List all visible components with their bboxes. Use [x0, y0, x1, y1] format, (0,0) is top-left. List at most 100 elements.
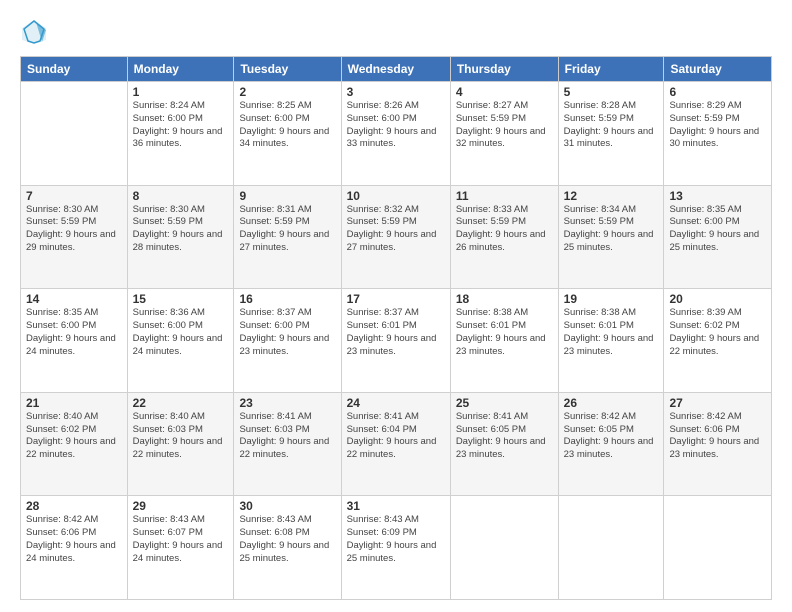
- calendar-cell: 19 Sunrise: 8:38 AMSunset: 6:01 PMDaylig…: [558, 289, 664, 393]
- calendar-week-row: 7 Sunrise: 8:30 AMSunset: 5:59 PMDayligh…: [21, 185, 772, 289]
- day-number: 3: [347, 85, 445, 99]
- calendar-cell: 16 Sunrise: 8:37 AMSunset: 6:00 PMDaylig…: [234, 289, 341, 393]
- calendar-cell: 3 Sunrise: 8:26 AMSunset: 6:00 PMDayligh…: [341, 82, 450, 186]
- day-number: 30: [239, 499, 335, 513]
- calendar-cell: 15 Sunrise: 8:36 AMSunset: 6:00 PMDaylig…: [127, 289, 234, 393]
- day-number: 6: [669, 85, 766, 99]
- calendar-cell: 4 Sunrise: 8:27 AMSunset: 5:59 PMDayligh…: [450, 82, 558, 186]
- day-number: 10: [347, 189, 445, 203]
- calendar-week-row: 28 Sunrise: 8:42 AMSunset: 6:06 PMDaylig…: [21, 496, 772, 600]
- calendar-cell: 13 Sunrise: 8:35 AMSunset: 6:00 PMDaylig…: [664, 185, 772, 289]
- calendar-cell: 12 Sunrise: 8:34 AMSunset: 5:59 PMDaylig…: [558, 185, 664, 289]
- day-number: 24: [347, 396, 445, 410]
- day-number: 21: [26, 396, 122, 410]
- day-info: Sunrise: 8:41 AMSunset: 6:05 PMDaylight:…: [456, 411, 546, 460]
- calendar-week-row: 1 Sunrise: 8:24 AMSunset: 6:00 PMDayligh…: [21, 82, 772, 186]
- day-info: Sunrise: 8:30 AMSunset: 5:59 PMDaylight:…: [26, 204, 116, 253]
- calendar-cell: 17 Sunrise: 8:37 AMSunset: 6:01 PMDaylig…: [341, 289, 450, 393]
- page: SundayMondayTuesdayWednesdayThursdayFrid…: [0, 0, 792, 612]
- calendar-week-row: 14 Sunrise: 8:35 AMSunset: 6:00 PMDaylig…: [21, 289, 772, 393]
- calendar-cell: 9 Sunrise: 8:31 AMSunset: 5:59 PMDayligh…: [234, 185, 341, 289]
- day-info: Sunrise: 8:42 AMSunset: 6:06 PMDaylight:…: [669, 411, 759, 460]
- calendar-header-sunday: Sunday: [21, 57, 128, 82]
- day-info: Sunrise: 8:38 AMSunset: 6:01 PMDaylight:…: [456, 307, 546, 356]
- day-number: 4: [456, 85, 553, 99]
- day-number: 12: [564, 189, 659, 203]
- day-number: 16: [239, 292, 335, 306]
- day-info: Sunrise: 8:40 AMSunset: 6:02 PMDaylight:…: [26, 411, 116, 460]
- day-info: Sunrise: 8:27 AMSunset: 5:59 PMDaylight:…: [456, 100, 546, 149]
- day-info: Sunrise: 8:38 AMSunset: 6:01 PMDaylight:…: [564, 307, 654, 356]
- day-info: Sunrise: 8:30 AMSunset: 5:59 PMDaylight:…: [133, 204, 223, 253]
- day-number: 20: [669, 292, 766, 306]
- day-number: 17: [347, 292, 445, 306]
- calendar-cell: 30 Sunrise: 8:43 AMSunset: 6:08 PMDaylig…: [234, 496, 341, 600]
- day-number: 18: [456, 292, 553, 306]
- calendar-header-friday: Friday: [558, 57, 664, 82]
- day-number: 28: [26, 499, 122, 513]
- calendar-cell: 23 Sunrise: 8:41 AMSunset: 6:03 PMDaylig…: [234, 392, 341, 496]
- calendar-cell: [558, 496, 664, 600]
- calendar-cell: 21 Sunrise: 8:40 AMSunset: 6:02 PMDaylig…: [21, 392, 128, 496]
- calendar-cell: 22 Sunrise: 8:40 AMSunset: 6:03 PMDaylig…: [127, 392, 234, 496]
- day-info: Sunrise: 8:43 AMSunset: 6:07 PMDaylight:…: [133, 514, 223, 563]
- day-number: 29: [133, 499, 229, 513]
- day-number: 19: [564, 292, 659, 306]
- day-number: 9: [239, 189, 335, 203]
- calendar-cell: 27 Sunrise: 8:42 AMSunset: 6:06 PMDaylig…: [664, 392, 772, 496]
- calendar-cell: 24 Sunrise: 8:41 AMSunset: 6:04 PMDaylig…: [341, 392, 450, 496]
- calendar-table: SundayMondayTuesdayWednesdayThursdayFrid…: [20, 56, 772, 600]
- logo-icon: [20, 18, 48, 46]
- calendar-cell: 10 Sunrise: 8:32 AMSunset: 5:59 PMDaylig…: [341, 185, 450, 289]
- calendar-cell: [450, 496, 558, 600]
- calendar-cell: 25 Sunrise: 8:41 AMSunset: 6:05 PMDaylig…: [450, 392, 558, 496]
- day-info: Sunrise: 8:40 AMSunset: 6:03 PMDaylight:…: [133, 411, 223, 460]
- day-info: Sunrise: 8:34 AMSunset: 5:59 PMDaylight:…: [564, 204, 654, 253]
- day-number: 11: [456, 189, 553, 203]
- calendar-cell: 7 Sunrise: 8:30 AMSunset: 5:59 PMDayligh…: [21, 185, 128, 289]
- calendar-cell: 1 Sunrise: 8:24 AMSunset: 6:00 PMDayligh…: [127, 82, 234, 186]
- calendar-header-monday: Monday: [127, 57, 234, 82]
- day-info: Sunrise: 8:35 AMSunset: 6:00 PMDaylight:…: [26, 307, 116, 356]
- day-info: Sunrise: 8:37 AMSunset: 6:00 PMDaylight:…: [239, 307, 329, 356]
- calendar-cell: 14 Sunrise: 8:35 AMSunset: 6:00 PMDaylig…: [21, 289, 128, 393]
- calendar-header-row: SundayMondayTuesdayWednesdayThursdayFrid…: [21, 57, 772, 82]
- calendar-header-tuesday: Tuesday: [234, 57, 341, 82]
- day-info: Sunrise: 8:25 AMSunset: 6:00 PMDaylight:…: [239, 100, 329, 149]
- calendar-cell: 28 Sunrise: 8:42 AMSunset: 6:06 PMDaylig…: [21, 496, 128, 600]
- calendar-cell: 11 Sunrise: 8:33 AMSunset: 5:59 PMDaylig…: [450, 185, 558, 289]
- day-info: Sunrise: 8:28 AMSunset: 5:59 PMDaylight:…: [564, 100, 654, 149]
- day-info: Sunrise: 8:32 AMSunset: 5:59 PMDaylight:…: [347, 204, 437, 253]
- calendar-cell: 26 Sunrise: 8:42 AMSunset: 6:05 PMDaylig…: [558, 392, 664, 496]
- calendar-cell: 18 Sunrise: 8:38 AMSunset: 6:01 PMDaylig…: [450, 289, 558, 393]
- day-info: Sunrise: 8:29 AMSunset: 5:59 PMDaylight:…: [669, 100, 759, 149]
- day-info: Sunrise: 8:37 AMSunset: 6:01 PMDaylight:…: [347, 307, 437, 356]
- calendar-cell: 29 Sunrise: 8:43 AMSunset: 6:07 PMDaylig…: [127, 496, 234, 600]
- calendar-header-wednesday: Wednesday: [341, 57, 450, 82]
- calendar-header-saturday: Saturday: [664, 57, 772, 82]
- calendar-cell: 31 Sunrise: 8:43 AMSunset: 6:09 PMDaylig…: [341, 496, 450, 600]
- calendar-cell: [21, 82, 128, 186]
- day-number: 31: [347, 499, 445, 513]
- day-info: Sunrise: 8:33 AMSunset: 5:59 PMDaylight:…: [456, 204, 546, 253]
- day-info: Sunrise: 8:39 AMSunset: 6:02 PMDaylight:…: [669, 307, 759, 356]
- day-info: Sunrise: 8:26 AMSunset: 6:00 PMDaylight:…: [347, 100, 437, 149]
- calendar-cell: 8 Sunrise: 8:30 AMSunset: 5:59 PMDayligh…: [127, 185, 234, 289]
- day-number: 25: [456, 396, 553, 410]
- day-number: 8: [133, 189, 229, 203]
- day-info: Sunrise: 8:41 AMSunset: 6:04 PMDaylight:…: [347, 411, 437, 460]
- day-info: Sunrise: 8:36 AMSunset: 6:00 PMDaylight:…: [133, 307, 223, 356]
- day-number: 27: [669, 396, 766, 410]
- day-number: 23: [239, 396, 335, 410]
- day-number: 5: [564, 85, 659, 99]
- day-info: Sunrise: 8:35 AMSunset: 6:00 PMDaylight:…: [669, 204, 759, 253]
- calendar-header-thursday: Thursday: [450, 57, 558, 82]
- day-number: 1: [133, 85, 229, 99]
- day-number: 2: [239, 85, 335, 99]
- day-number: 14: [26, 292, 122, 306]
- calendar-cell: [664, 496, 772, 600]
- header: [20, 18, 772, 46]
- day-number: 26: [564, 396, 659, 410]
- day-number: 22: [133, 396, 229, 410]
- day-info: Sunrise: 8:42 AMSunset: 6:05 PMDaylight:…: [564, 411, 654, 460]
